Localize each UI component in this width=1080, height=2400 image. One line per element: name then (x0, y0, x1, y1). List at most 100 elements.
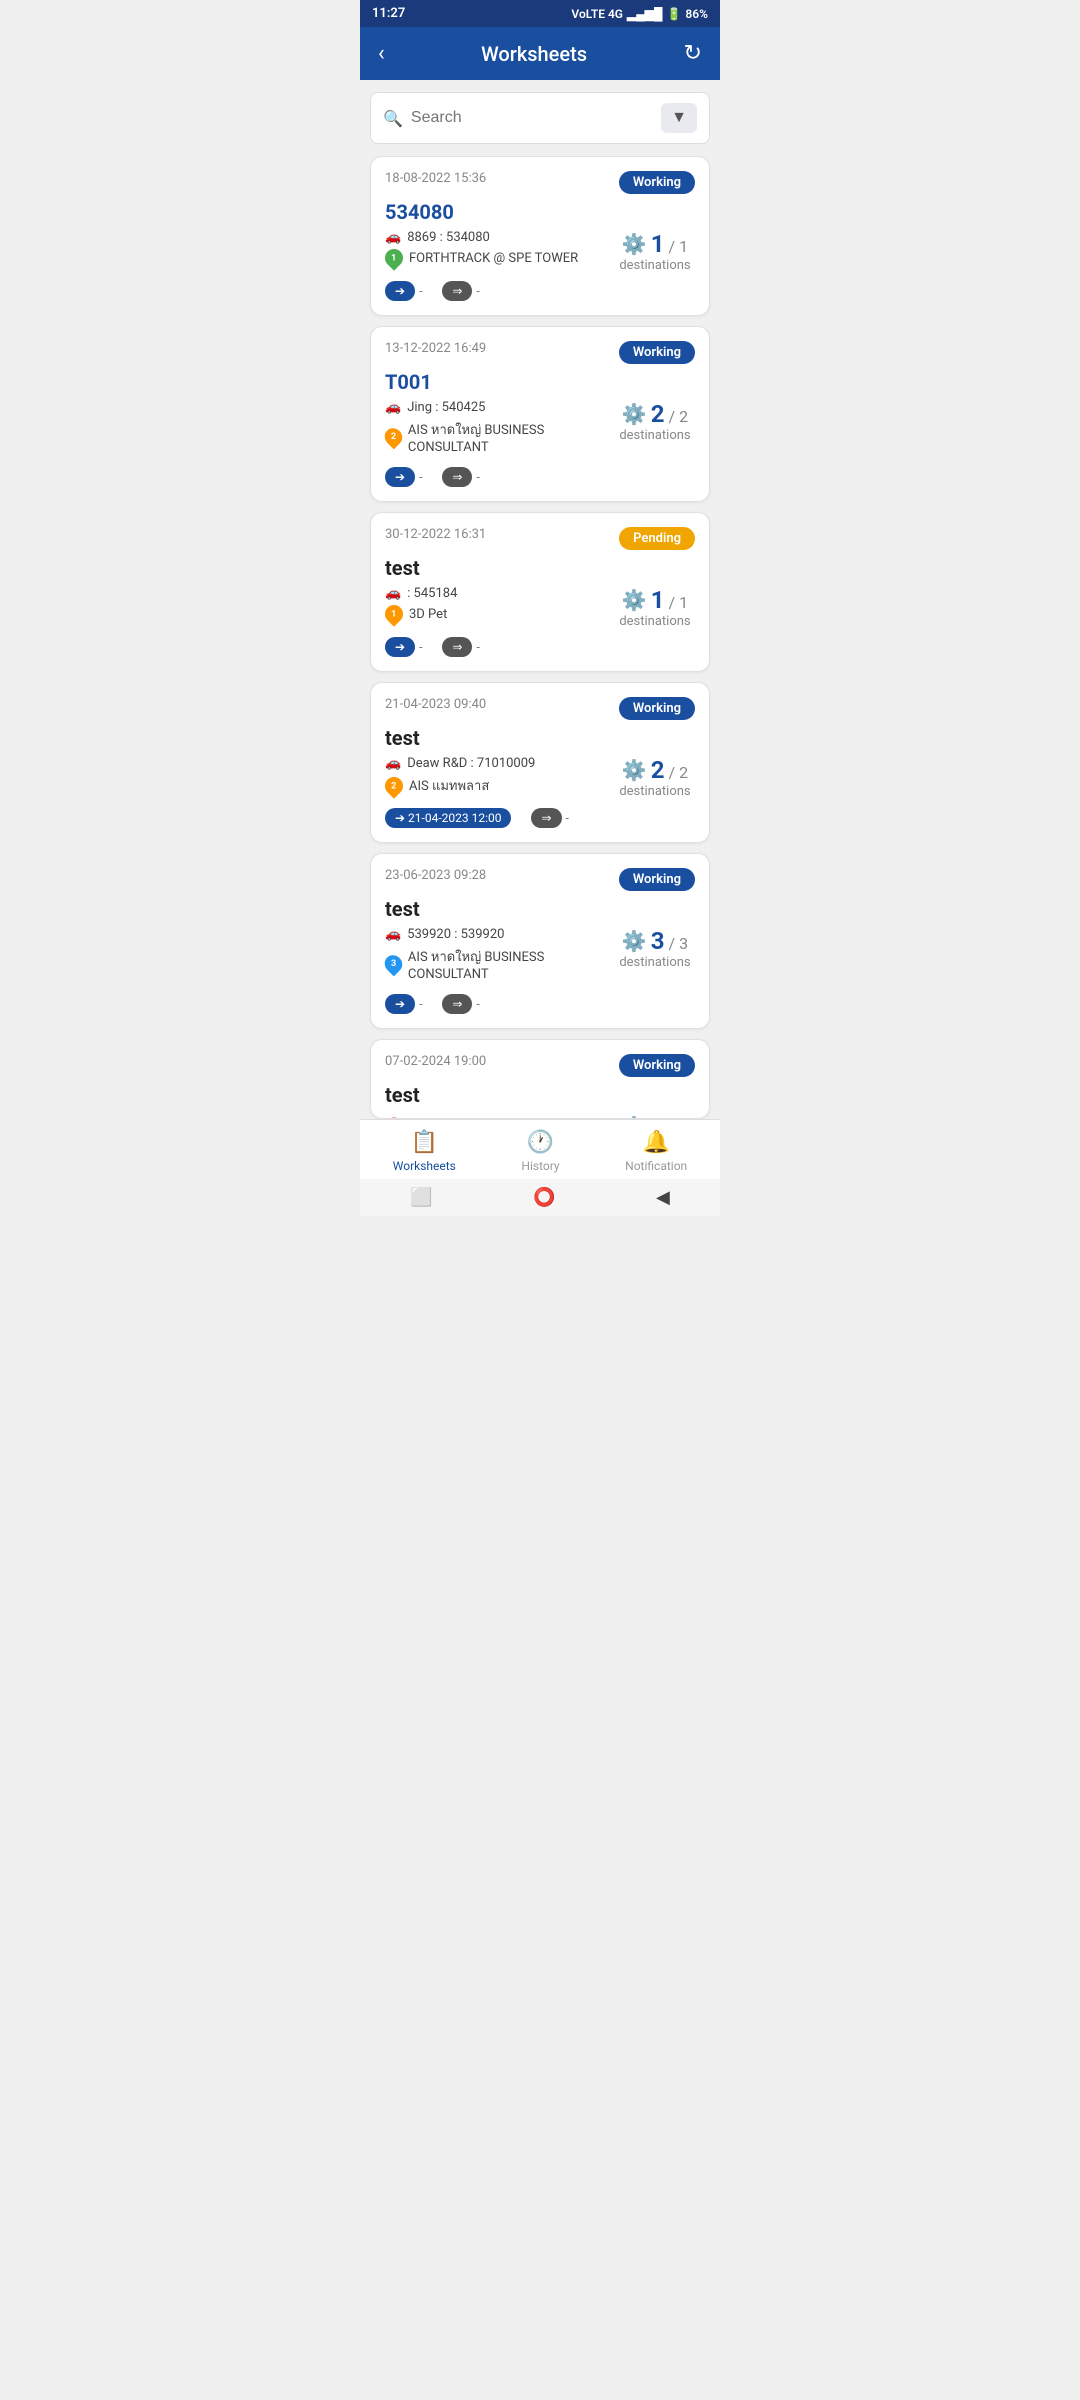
card-datetime: 13-12-2022 16:49 (385, 341, 486, 356)
vehicle-text: 8869 : 534080 (407, 230, 490, 245)
start-time: ➔ - (385, 467, 422, 487)
nav-notification-label: Notification (625, 1159, 687, 1173)
end-time: ⇒ - (442, 467, 479, 487)
worksheet-id: 534080 (385, 200, 695, 224)
vehicle-row: 🚗 Deaw R&D : 71010009 (385, 756, 615, 771)
nav-worksheets-label: Worksheets (393, 1159, 456, 1173)
pin-icon: 1 (381, 245, 406, 270)
worksheets-nav-icon: 📋 (411, 1130, 438, 1155)
page-title: Worksheets (481, 42, 587, 66)
card-header: 23-06-2023 09:28 Working (385, 868, 695, 891)
worksheet-card[interactable]: 30-12-2022 16:31 Pending test 🚗 : 545184… (370, 512, 710, 672)
back-button[interactable]: ‹ (378, 41, 385, 66)
card-footer: ➔ - ⇒ - (385, 281, 695, 301)
worksheet-id: test (385, 556, 695, 580)
start-arrow-icon: ➔ (385, 467, 415, 487)
end-time: ⇒ - (442, 281, 479, 301)
battery-percent: 86% (685, 7, 708, 21)
pin-icon: 2 (381, 425, 406, 450)
battery-icon: 🔋 (666, 7, 681, 21)
car-icon: 🚗 (385, 927, 401, 942)
location-row: 2 AIS แมทพลาส (385, 775, 615, 796)
destinations-block: ⚙️ 1 / 1 destinations (615, 586, 695, 629)
dest-numbers: 1 / 1 (651, 230, 688, 258)
nav-worksheets[interactable]: 📋 Worksheets (393, 1130, 456, 1173)
end-time: ⇒ - (442, 994, 479, 1014)
worksheet-card[interactable]: 07-02-2024 19:00 Working test 🚗 1 ⚙️ 1 /… (370, 1039, 710, 1119)
vehicle-row: 🚗 539920 : 539920 (385, 927, 615, 942)
car-icon: 🚗 (385, 756, 401, 771)
destinations-block: ⚙️ 2 / 2 destinations (615, 756, 695, 799)
search-input[interactable] (411, 109, 661, 127)
location-row: 2 AIS หาดใหญ่ BUSINESS CONSULTANT (385, 419, 615, 455)
destinations-label: destinations (615, 955, 695, 970)
dest-icon-row: ⚙️ 2 / 2 (615, 756, 695, 784)
signal-icon: ▂▄▆█ (627, 7, 662, 21)
home-button[interactable]: ⭕ (533, 1187, 555, 1208)
worksheet-card[interactable]: 13-12-2022 16:49 Working T001 🚗 Jing : 5… (370, 326, 710, 502)
vehicle-text: : 545184 (407, 586, 457, 601)
status-badge: Pending (619, 527, 695, 550)
card-header: 13-12-2022 16:49 Working (385, 341, 695, 364)
worksheet-id: T001 (385, 370, 695, 394)
location-text: AIS หาดใหญ่ BUSINESS CONSULTANT (408, 419, 615, 455)
dest-numbers: 1 / 1 (651, 586, 688, 614)
status-badge: Working (619, 171, 695, 194)
card-body: 🚗 539920 : 539920 3 AIS หาดใหญ่ BUSINESS… (385, 927, 695, 986)
card-datetime: 23-06-2023 09:28 (385, 868, 486, 883)
dest-icon: ⚙️ (622, 232, 647, 256)
dest-icon: ⚙️ (622, 588, 647, 612)
status-badge: Working (619, 697, 695, 720)
vehicle-text: Jing : 540425 (407, 400, 485, 415)
card-footer: ➔ - ⇒ - (385, 637, 695, 657)
card-body: 🚗 8869 : 534080 1 FORTHTRACK @ SPE TOWER… (385, 230, 695, 273)
status-time: 11:27 (372, 6, 405, 21)
worksheet-card[interactable]: 21-04-2023 09:40 Working test 🚗 Deaw R&D… (370, 682, 710, 843)
dest-icon: ⚙️ (622, 758, 647, 782)
worksheet-card[interactable]: 23-06-2023 09:28 Working test 🚗 539920 :… (370, 853, 710, 1029)
filter-button[interactable]: ▼ (661, 103, 697, 133)
destinations-label: destinations (615, 258, 695, 273)
worksheet-card[interactable]: 18-08-2022 15:36 Working 534080 🚗 8869 :… (370, 156, 710, 316)
worksheet-id: test (385, 726, 695, 750)
history-nav-icon: 🕐 (527, 1130, 554, 1155)
nav-notification[interactable]: 🔔 Notification (625, 1130, 687, 1173)
card-info: 🚗 Jing : 540425 2 AIS หาดใหญ่ BUSINESS C… (385, 400, 615, 459)
end-time: ⇒ - (442, 637, 479, 657)
destinations-label: destinations (615, 428, 695, 443)
status-badge: Working (619, 1054, 695, 1077)
end-time: ⇒ - (531, 808, 568, 828)
card-header: 21-04-2023 09:40 Working (385, 697, 695, 720)
location-text: AIS แมทพลาส (409, 775, 489, 796)
card-footer: ➔ 21-04-2023 12:00 ⇒ - (385, 808, 695, 828)
card-body: 🚗 Jing : 540425 2 AIS หาดใหญ่ BUSINESS C… (385, 400, 695, 459)
nav-history[interactable]: 🕐 History (521, 1130, 559, 1173)
dest-icon-row: ⚙️ 1 / 1 (615, 586, 695, 614)
location-row: 1 FORTHTRACK @ SPE TOWER (385, 249, 615, 267)
end-arrow-icon: ⇒ (442, 467, 472, 487)
car-icon: 🚗 (385, 230, 401, 245)
vehicle-text: Deaw R&D : 71010009 (407, 756, 535, 771)
square-button[interactable]: ⬜ (410, 1187, 432, 1208)
card-info: 🚗 539920 : 539920 3 AIS หาดใหญ่ BUSINESS… (385, 927, 615, 986)
card-datetime: 07-02-2024 19:00 (385, 1054, 486, 1069)
start-arrow-icon: ➔ (385, 637, 415, 657)
dest-numbers: 2 / 2 (651, 400, 688, 428)
back-sys-button[interactable]: ◀ (656, 1187, 670, 1208)
location-text: FORTHTRACK @ SPE TOWER (409, 251, 578, 266)
destinations-label: destinations (615, 784, 695, 799)
refresh-button[interactable]: ↻ (684, 41, 702, 66)
location-text: AIS หาดใหญ่ BUSINESS CONSULTANT (408, 946, 615, 982)
card-body: 🚗 : 545184 1 3D Pet ⚙️ 1 / 1 destination… (385, 586, 695, 629)
card-info: 🚗 8869 : 534080 1 FORTHTRACK @ SPE TOWER (385, 230, 615, 271)
location-text: 3D Pet (409, 607, 447, 622)
dest-icon-row: ⚙️ 1 / 1 (615, 230, 695, 258)
status-badge: Working (619, 341, 695, 364)
end-arrow-icon: ⇒ (442, 637, 472, 657)
worksheet-id: test (385, 897, 695, 921)
destinations-block: ⚙️ 3 / 3 destinations (615, 927, 695, 970)
pin-icon: 3 (381, 952, 406, 977)
card-info: 🚗 : 545184 1 3D Pet (385, 586, 615, 627)
worksheet-list: 18-08-2022 15:36 Working 534080 🚗 8869 :… (360, 156, 720, 1119)
end-arrow-icon: ⇒ (442, 994, 472, 1014)
